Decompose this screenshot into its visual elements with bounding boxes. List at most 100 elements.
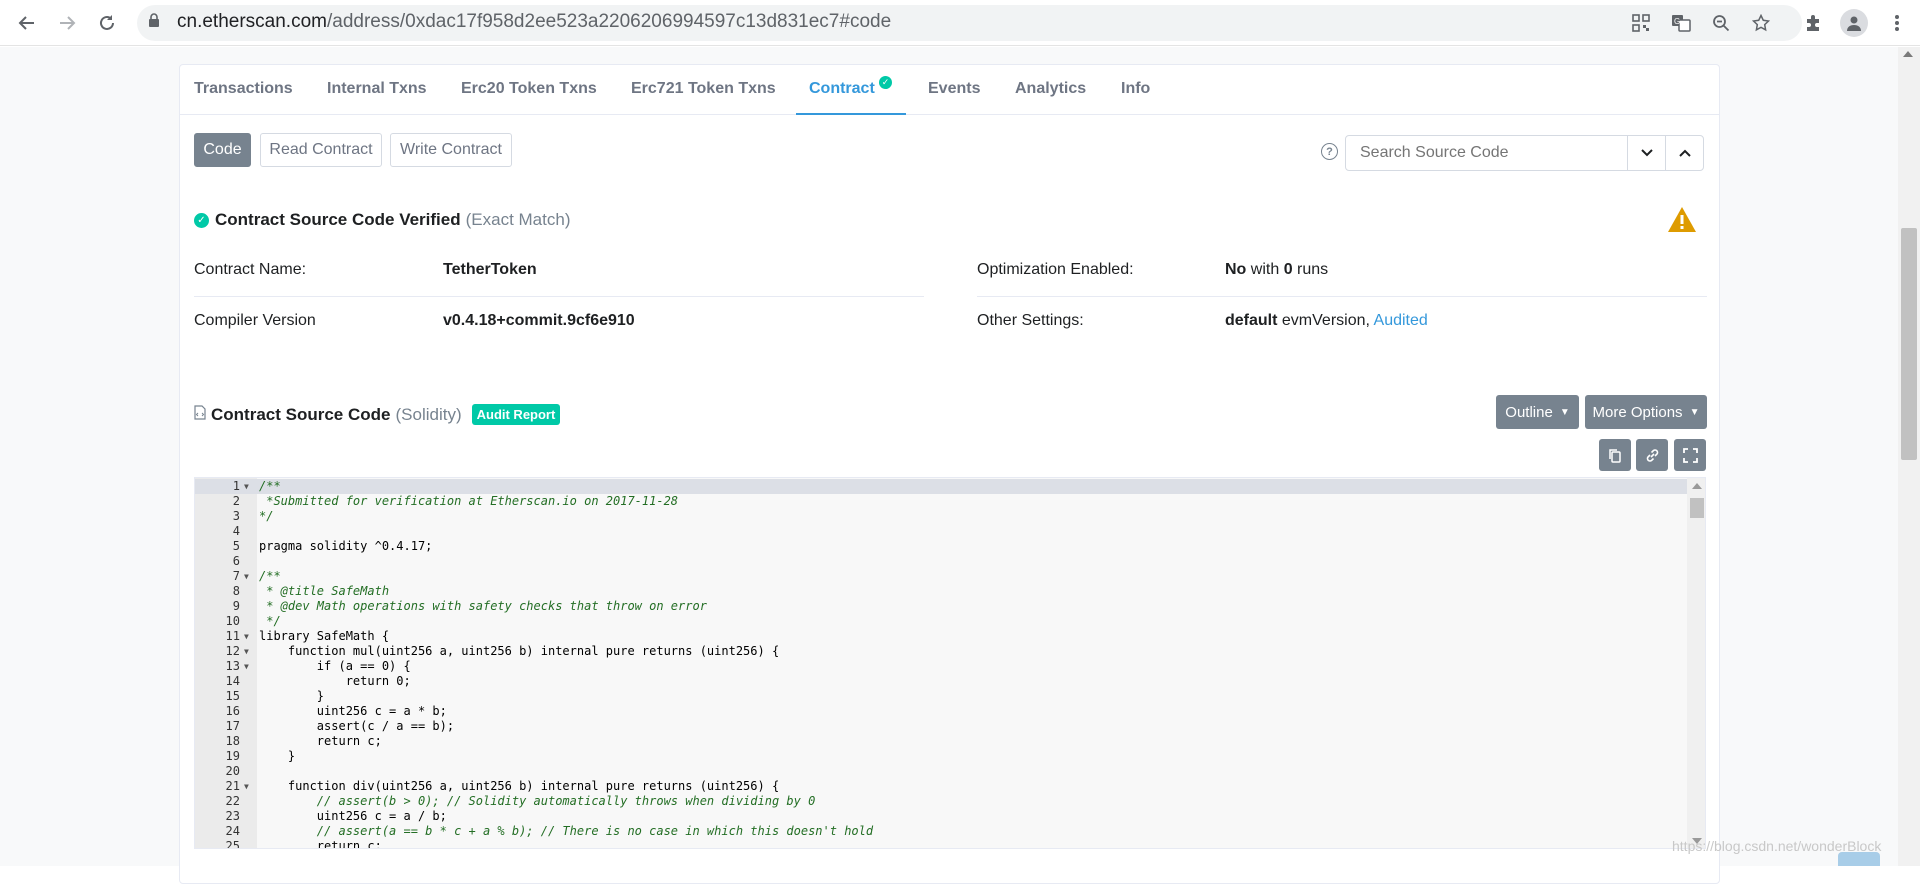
optimization-value: No with 0 runs — [1225, 261, 1328, 279]
qr-code-icon[interactable] — [1628, 10, 1654, 36]
bookmark-star-icon[interactable] — [1748, 10, 1774, 36]
warning-triangle-icon[interactable] — [1667, 206, 1697, 238]
line-number: 2 — [232, 494, 240, 508]
scroll-up-arrow-icon[interactable] — [1903, 51, 1913, 57]
url-path: /address/0xdac17f958d2ee523a220620699459… — [326, 11, 892, 32]
code-text: */ — [259, 509, 274, 523]
other-settings-default: default — [1225, 312, 1278, 329]
code-text: /** — [259, 479, 281, 493]
active-tab-indicator — [796, 113, 906, 115]
audited-link[interactable]: Audited — [1374, 312, 1428, 329]
code-text: } — [259, 689, 325, 703]
code-text: // assert(b > 0); // Solidity automatica… — [259, 794, 816, 808]
verification-status: ✓ Contract Source Code Verified (Exact M… — [194, 210, 570, 230]
profile-avatar-icon[interactable] — [1840, 9, 1868, 37]
line-number: 22 — [225, 794, 240, 808]
tab-erc20-token-txns[interactable]: Erc20 Token Txns — [461, 80, 597, 98]
verified-title: Contract Source Code Verified — [215, 210, 461, 229]
line-number: 20 — [225, 764, 240, 778]
source-code-title: Contract Source Code — [211, 404, 391, 424]
line-number: 11 — [225, 629, 240, 643]
line-number: 6 — [232, 554, 240, 568]
code-text: return c; — [259, 734, 382, 748]
code-button[interactable]: Code — [194, 133, 251, 167]
url-host: cn.etherscan.com — [177, 11, 327, 32]
write-contract-button[interactable]: Write Contract — [390, 133, 512, 167]
line-number: 17 — [225, 719, 240, 733]
optimization-label: Optimization Enabled: — [977, 261, 1134, 278]
floating-tab[interactable] — [1838, 852, 1880, 866]
page-scrollbar-thumb[interactable] — [1901, 228, 1917, 460]
url-text[interactable]: cn.etherscan.com/address/0xdac17f958d2ee… — [177, 11, 891, 33]
search-prev-chevron-up-icon[interactable] — [1665, 135, 1704, 171]
fold-arrow-icon[interactable]: ▼ — [244, 569, 249, 584]
line-number: 24 — [225, 824, 240, 838]
more-options-label: More Options — [1592, 403, 1683, 421]
search-help-icon[interactable]: ? — [1321, 143, 1338, 160]
chevron-down-icon: ▼ — [1689, 406, 1700, 418]
line-number: 10 — [225, 614, 240, 628]
line-number: 12 — [225, 644, 240, 658]
line-number: 13 — [225, 659, 240, 673]
tab-events[interactable]: Events — [928, 80, 980, 98]
translate-icon[interactable]: G — [1668, 10, 1694, 36]
line-number: 23 — [225, 809, 240, 823]
code-text: function mul(uint256 a, uint256 b) inter… — [259, 644, 780, 658]
search-next-chevron-down-icon[interactable] — [1627, 135, 1666, 171]
tab-transactions[interactable]: Transactions — [194, 80, 293, 98]
code-text: function div(uint256 a, uint256 b) inter… — [259, 779, 780, 793]
more-options-dropdown-button[interactable]: More Options ▼ — [1585, 395, 1707, 429]
fold-arrow-icon[interactable]: ▼ — [244, 779, 249, 794]
source-code-language: (Solidity) — [395, 404, 462, 424]
copy-icon[interactable] — [1599, 439, 1631, 471]
info-divider — [977, 296, 1707, 297]
link-icon[interactable] — [1636, 439, 1668, 471]
tab-internal-txns[interactable]: Internal Txns — [327, 80, 427, 98]
contract-card: Transactions Internal Txns Erc20 Token T… — [179, 64, 1720, 884]
forward-arrow-icon[interactable] — [52, 8, 82, 38]
read-contract-button[interactable]: Read Contract — [260, 133, 382, 167]
compiler-version-label: Compiler Version — [194, 312, 316, 329]
fullscreen-icon[interactable] — [1674, 439, 1706, 471]
zoom-out-icon[interactable] — [1708, 10, 1734, 36]
fold-arrow-icon[interactable]: ▼ — [244, 629, 249, 644]
editor-scrollbar[interactable] — [1687, 478, 1705, 848]
line-number: 15 — [225, 689, 240, 703]
active-line-highlight — [195, 479, 1687, 494]
code-text: return c; — [259, 839, 382, 849]
fold-arrow-icon[interactable]: ▼ — [244, 644, 249, 659]
back-arrow-icon[interactable] — [12, 8, 42, 38]
tab-contract[interactable]: Contract — [809, 80, 875, 98]
tab-erc721-token-txns[interactable]: Erc721 Token Txns — [631, 80, 776, 98]
source-code-editor[interactable]: 1 ▼ /** 2 *Submitted for verification at Et… — [194, 477, 1706, 849]
code-text: uint256 c = a * b; — [259, 704, 447, 718]
fold-arrow-icon[interactable]: ▼ — [244, 659, 249, 674]
contract-verified-check-icon: ✓ — [879, 76, 892, 89]
audit-report-badge[interactable]: Audit Report — [471, 404, 561, 425]
search-source-code-input[interactable] — [1345, 135, 1628, 171]
line-number: 9 — [232, 599, 240, 613]
line-number: 19 — [225, 749, 240, 763]
extensions-puzzle-icon[interactable] — [1800, 10, 1826, 36]
code-text: uint256 c = a / b; — [259, 809, 447, 823]
code-text: // assert(a == b * c + a % b); // There … — [259, 824, 874, 838]
editor-scrollbar-thumb[interactable] — [1690, 498, 1704, 518]
fold-arrow-icon[interactable]: ▼ — [244, 479, 249, 494]
line-number: 25 — [225, 839, 240, 849]
scroll-up-arrow-icon[interactable] — [1692, 483, 1702, 489]
line-number: 16 — [225, 704, 240, 718]
code-text: library SafeMath { — [259, 629, 390, 643]
verified-check-icon: ✓ — [194, 212, 209, 228]
address-tabs: Transactions Internal Txns Erc20 Token T… — [180, 65, 1719, 115]
line-number: 21 — [225, 779, 240, 793]
line-number: 18 — [225, 734, 240, 748]
line-number: 4 — [232, 524, 240, 538]
outline-dropdown-button[interactable]: Outline ▼ — [1496, 395, 1579, 429]
browser-menu-icon[interactable] — [1884, 10, 1910, 36]
tab-info[interactable]: Info — [1121, 80, 1150, 98]
other-settings-label: Other Settings: — [977, 312, 1084, 329]
code-text: * @dev Math operations with safety check… — [259, 599, 707, 613]
tab-analytics[interactable]: Analytics — [1015, 80, 1086, 98]
code-text: } — [259, 749, 296, 763]
reload-icon[interactable] — [92, 8, 122, 38]
